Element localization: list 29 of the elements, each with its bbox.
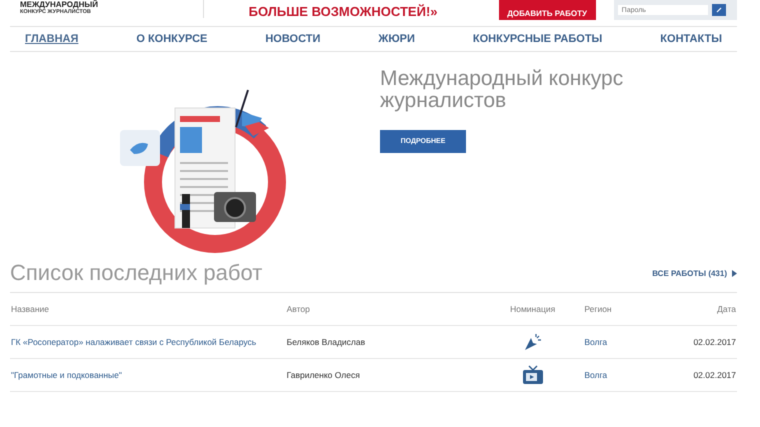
nav-link[interactable]: ЖЮРИ xyxy=(378,33,415,45)
nav-link[interactable]: ГЛАВНАЯ xyxy=(25,33,78,45)
work-title-link[interactable]: "Грамотные и подкованные" xyxy=(11,370,122,380)
nav-link[interactable]: О КОНКУРСЕ xyxy=(136,33,208,45)
hero-title: Международный конкурс журналистов xyxy=(380,68,624,112)
logo-title: МЕЖДУНАРОДНЫЙ xyxy=(20,0,99,9)
triangle-icon xyxy=(732,270,737,276)
table-cell: 02.02.2017 xyxy=(692,326,737,358)
column-header: Регион xyxy=(583,293,692,326)
column-header: Название xyxy=(10,293,286,326)
nav-link[interactable]: КОНКУРСНЫЕ РАБОТЫ xyxy=(472,33,602,45)
column-header: Автор xyxy=(286,293,482,326)
nav-link[interactable]: КОНТАКТЫ xyxy=(660,33,722,45)
cursor-icon xyxy=(522,332,543,352)
column-header: Номинация xyxy=(482,293,584,326)
table-cell: 02.02.2017 xyxy=(692,358,737,392)
region-link[interactable]: Волга xyxy=(584,337,608,347)
work-title-link[interactable]: ГК «Росоператор» налаживает связи с Республикой Беларусь xyxy=(11,337,256,347)
column-header: Дата xyxy=(692,293,737,326)
region-link[interactable]: Волга xyxy=(584,370,608,380)
tv-icon xyxy=(522,365,544,385)
slogan: БОЛЬШЕ ВОЗМОЖНОСТЕЙ!» xyxy=(248,4,439,19)
table-cell: Гавриленко Олеся xyxy=(286,358,482,392)
section-title: Список последних работ xyxy=(10,260,262,286)
all-works-link[interactable]: ВСЕ РАБОТЫ (431) xyxy=(652,268,737,278)
nav-link[interactable]: НОВОСТИ xyxy=(265,33,320,45)
add-work-button[interactable]: ДОБАВИТЬ РАБОТУ xyxy=(498,0,596,20)
login-button[interactable] xyxy=(712,4,726,16)
table-cell: Беляков Владислав xyxy=(286,326,482,358)
